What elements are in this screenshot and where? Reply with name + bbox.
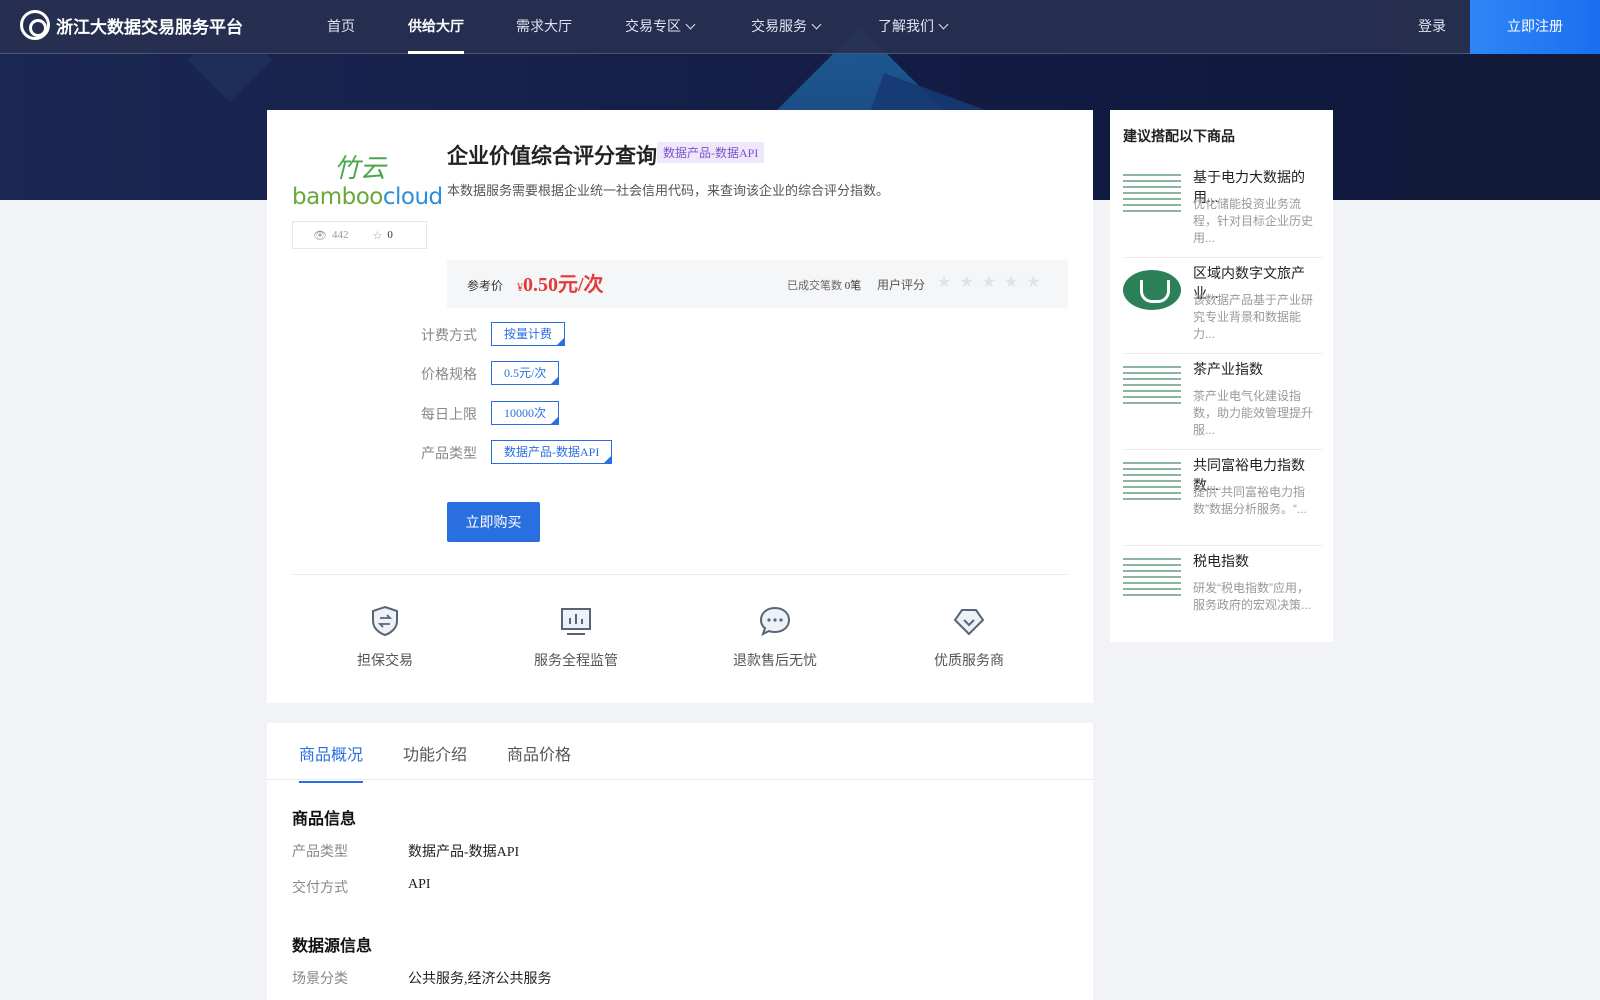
tab-overview[interactable]: 商品概况 bbox=[299, 741, 364, 783]
deals-count: 已成交笔数 0笔 bbox=[787, 280, 862, 292]
option-chip[interactable]: 0.5元/次 bbox=[491, 361, 560, 385]
diamond-icon bbox=[952, 604, 986, 638]
recommendation-panel: 建议搭配以下商品 基于电力大数据的用... 优化储能投资业务流程，针对目标企业历… bbox=[1110, 110, 1333, 642]
chevron-down-icon bbox=[685, 19, 696, 30]
recommendation-desc: 研发“税电指数”应用，服务政府的宏观决策... bbox=[1193, 581, 1312, 612]
option-spec: 价格规格 0.5元/次 bbox=[267, 361, 1093, 394]
price-label: 参考价 bbox=[467, 279, 504, 293]
product-description: 本数据服务需要根据企业统一社会信用代码，来查询该企业的综合评分指数。 bbox=[447, 183, 890, 198]
product-thumbnail bbox=[1123, 462, 1181, 504]
buy-now-button[interactable]: 立即购买 bbox=[447, 502, 540, 542]
nav-item-supply[interactable]: 供给大厅 bbox=[408, 0, 464, 54]
chevron-down-icon bbox=[811, 19, 822, 30]
recommendation-title: 建议搭配以下商品 bbox=[1123, 128, 1235, 144]
nav-item-trade-zone[interactable]: 交易专区 bbox=[625, 0, 696, 54]
chevron-down-icon bbox=[938, 19, 949, 30]
tab-bar: 商品概况 功能介绍 商品价格 bbox=[267, 723, 1093, 783]
section-title-data-source: 数据源信息 bbox=[292, 938, 373, 955]
tab-features[interactable]: 功能介绍 bbox=[403, 741, 467, 765]
nav-item-about[interactable]: 了解我们 bbox=[878, 0, 949, 54]
divider bbox=[292, 574, 1068, 575]
nav-item-trade-service[interactable]: 交易服务 bbox=[751, 0, 822, 54]
favorite-count: 0 bbox=[387, 229, 393, 241]
field-label: 场景分类 bbox=[292, 970, 348, 986]
option-chip[interactable]: 按量计费 bbox=[491, 322, 566, 346]
nav-item-demand[interactable]: 需求大厅 bbox=[516, 0, 572, 54]
feature-guarantee: 担保交易 bbox=[330, 604, 440, 670]
provider-logo-en: bamboocloud bbox=[292, 184, 443, 210]
product-title: 企业价值综合评分查询 bbox=[447, 145, 657, 168]
section-title-product-info: 商品信息 bbox=[292, 811, 357, 828]
product-thumbnail bbox=[1123, 558, 1181, 600]
option-label: 产品类型 bbox=[421, 445, 477, 461]
tab-pricing[interactable]: 商品价格 bbox=[507, 741, 571, 765]
brand-name: 浙江大数据交易服务平台 bbox=[56, 17, 243, 37]
provider-logo: 竹云 bamboocloud bbox=[292, 148, 443, 218]
option-daily-limit: 每日上限 10000次 bbox=[267, 401, 1093, 434]
nav-label: 了解我们 bbox=[878, 18, 934, 34]
provider-logo-cn: 竹云 bbox=[334, 154, 387, 183]
eye-icon: 👁 bbox=[313, 229, 327, 242]
recommendation-item[interactable]: 区域内数字文旅产业... 该数据产品基于产业研究专业背景和数据能力... bbox=[1123, 258, 1323, 354]
detail-card: 商品概况 功能介绍 商品价格 商品信息 产品类型 数据产品-数据API 交付方式… bbox=[267, 723, 1093, 1000]
price-bar: 参考价 ¥0.50元/次 已成交笔数 0笔 用户评分 ★★★★★ bbox=[447, 260, 1068, 308]
feature-supervision: 服务全程监管 bbox=[521, 604, 631, 670]
recommendation-desc: 该数据产品基于产业研究专业背景和数据能力... bbox=[1193, 293, 1314, 341]
recommendation-name: 税电指数 bbox=[1193, 553, 1249, 569]
product-tag: 数据产品-数据API bbox=[657, 142, 765, 163]
nav-label: 交易专区 bbox=[625, 18, 681, 34]
recommendation-item[interactable]: 共同富裕电力指数数... 提供“共同富裕电力指数”数据分析服务。“... bbox=[1123, 450, 1323, 546]
feature-label: 退款售后无忧 bbox=[733, 652, 817, 668]
recommendation-desc: 优化储能投资业务流程，针对目标企业历史用... bbox=[1193, 197, 1314, 245]
feature-label: 担保交易 bbox=[357, 652, 413, 668]
field-label: 产品类型 bbox=[292, 843, 348, 859]
feature-label: 优质服务商 bbox=[934, 652, 1004, 668]
recommendation-desc: 茶产业电气化建设指数，助力能效管理提升服... bbox=[1193, 389, 1314, 437]
register-button[interactable]: 立即注册 bbox=[1470, 0, 1600, 54]
login-link[interactable]: 登录 bbox=[1418, 0, 1446, 54]
feature-quality-provider: 优质服务商 bbox=[914, 604, 1024, 670]
product-card: 竹云 bamboocloud 👁 442 ☆ 0 企业价值综合评分查询 数据产品… bbox=[267, 110, 1093, 703]
price-value: ¥0.50元/次 bbox=[517, 274, 604, 296]
shield-exchange-icon bbox=[368, 604, 402, 638]
field-value: 公共服务,经济公共服务 bbox=[408, 972, 552, 987]
recommendation-item[interactable]: 基于电力大数据的用... 优化储能投资业务流程，针对目标企业历史用... bbox=[1123, 162, 1323, 258]
recommendation-item[interactable]: 茶产业指数 茶产业电气化建设指数，助力能效管理提升服... bbox=[1123, 354, 1323, 450]
option-billing: 计费方式 按量计费 bbox=[267, 322, 1093, 355]
recommendation-name: 茶产业指数 bbox=[1193, 361, 1263, 377]
option-product-type: 产品类型 数据产品-数据API bbox=[267, 440, 1093, 473]
brand-logo[interactable]: 浙江大数据交易服务平台 bbox=[20, 10, 243, 40]
feature-label: 服务全程监管 bbox=[534, 652, 618, 668]
field-label: 交付方式 bbox=[292, 879, 348, 895]
top-navigation: 浙江大数据交易服务平台 首页 供给大厅 需求大厅 交易专区 交易服务 了解我们 … bbox=[0, 0, 1600, 54]
nav-label: 交易服务 bbox=[751, 18, 807, 34]
feature-refund: 退款售后无忧 bbox=[720, 604, 830, 670]
rating-stars-icon: ★★★★★ bbox=[937, 274, 1049, 291]
option-label: 价格规格 bbox=[421, 366, 477, 382]
brand-mark-icon bbox=[20, 10, 50, 40]
option-chip[interactable]: 数据产品-数据API bbox=[491, 440, 613, 464]
nav-item-home[interactable]: 首页 bbox=[327, 0, 355, 54]
chat-bubble-icon bbox=[758, 604, 792, 638]
field-value: API bbox=[408, 877, 431, 892]
product-stats: 👁 442 ☆ 0 bbox=[292, 221, 427, 249]
rating-label: 用户评分 bbox=[877, 278, 926, 292]
star-outline-icon[interactable]: ☆ bbox=[372, 229, 382, 242]
option-label: 每日上限 bbox=[421, 406, 477, 422]
product-thumbnail bbox=[1123, 366, 1181, 408]
field-value: 数据产品-数据API bbox=[408, 845, 520, 860]
view-count: 442 bbox=[331, 229, 349, 241]
option-chip[interactable]: 10000次 bbox=[491, 401, 560, 425]
product-thumbnail bbox=[1123, 270, 1181, 310]
recommendation-desc: 提供“共同富裕电力指数”数据分析服务。“... bbox=[1193, 485, 1307, 516]
option-label: 计费方式 bbox=[421, 327, 477, 343]
recommendation-item[interactable]: 税电指数 研发“税电指数”应用，服务政府的宏观决策... bbox=[1123, 546, 1323, 642]
monitor-chart-icon bbox=[559, 604, 593, 638]
product-thumbnail bbox=[1123, 174, 1181, 216]
